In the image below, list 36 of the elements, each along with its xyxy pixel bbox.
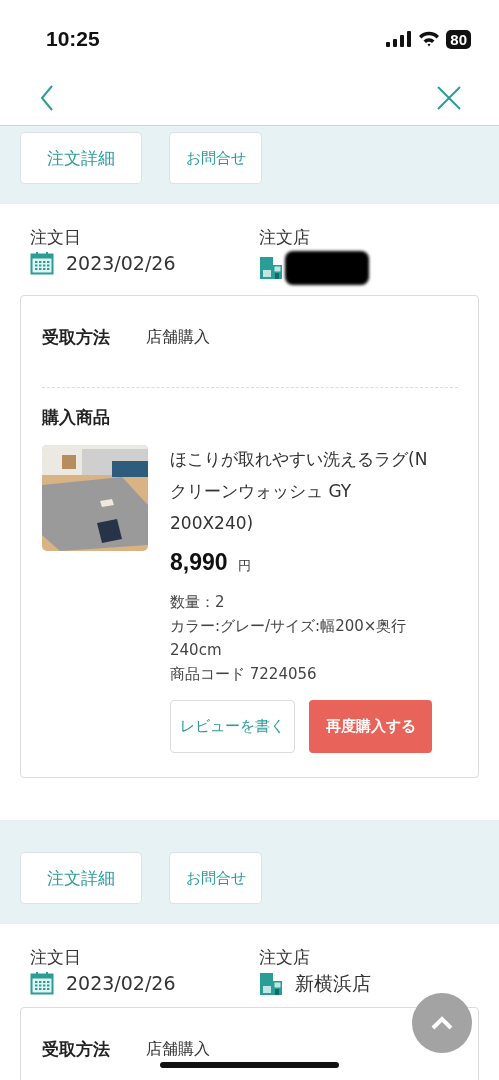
currency: 円	[237, 557, 251, 575]
order-details-button[interactable]: 注文詳細	[20, 132, 142, 184]
product-name[interactable]: ほこりが取れやすい洗えるラグ(Nクリーンウォッシュ GY 200X240)	[170, 443, 432, 539]
inquiry-button[interactable]: お問合せ	[169, 132, 262, 184]
variant: カラー:グレー/サイズ:幅200×奥行240cm	[170, 616, 408, 661]
close-icon[interactable]	[437, 85, 461, 110]
price: 8,990	[170, 549, 228, 576]
items-heading: 購入商品	[42, 407, 110, 427]
pickup-label: 受取方法	[42, 1038, 110, 1061]
calendar-icon	[30, 251, 54, 275]
building-icon	[259, 256, 283, 280]
pickup-value: 店舗購入	[146, 1039, 210, 1060]
store-name: 新横浜店	[295, 971, 371, 996]
order-details-button[interactable]: 注文詳細	[20, 852, 142, 904]
pickup-label: 受取方法	[42, 326, 110, 349]
order-date: 2023/02/26	[66, 252, 176, 274]
chevron-up-icon	[431, 1016, 453, 1030]
signal-icon	[386, 31, 413, 47]
scroll-to-top-button[interactable]	[412, 993, 472, 1053]
buy-again-button[interactable]: 再度購入する	[309, 700, 432, 753]
store-label: 注文店	[259, 946, 311, 969]
quantity: 数量：2	[170, 592, 226, 613]
inquiry-button[interactable]: お問合せ	[169, 852, 262, 904]
calendar-icon	[30, 971, 54, 995]
order-date: 2023/02/26	[66, 972, 176, 994]
write-review-button[interactable]: レビューを書く	[170, 700, 296, 753]
pickup-value: 店舗購入	[146, 327, 210, 348]
order-date-label: 注文日	[30, 946, 82, 969]
clock: 10:25	[46, 27, 100, 51]
product-code: 商品コード 7224056	[170, 664, 318, 685]
back-icon[interactable]	[40, 84, 54, 111]
building-icon	[259, 972, 283, 996]
store-label: 注文店	[259, 226, 311, 249]
wifi-icon	[418, 31, 441, 47]
order-date-label: 注文日	[30, 226, 82, 249]
battery-level: 80	[446, 29, 471, 49]
